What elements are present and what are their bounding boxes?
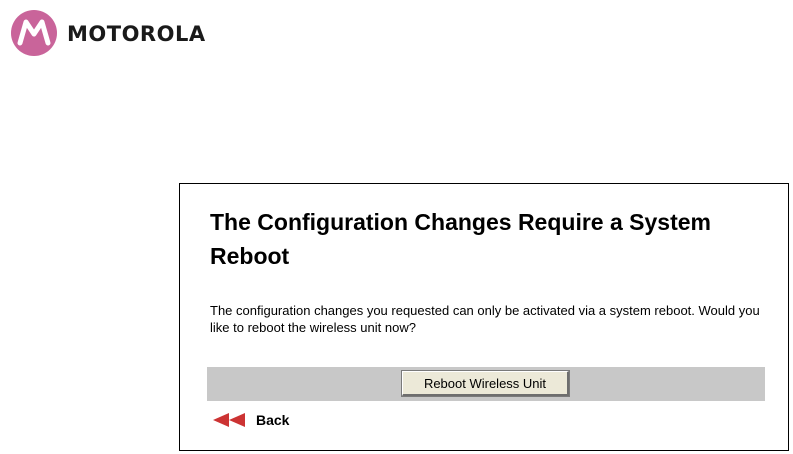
reboot-wireless-unit-button[interactable]: Reboot Wireless Unit	[401, 370, 570, 397]
motorola-logo-icon	[11, 10, 57, 56]
reboot-confirmation-panel: The Configuration Changes Require a Syst…	[179, 183, 789, 451]
action-bar: Reboot Wireless Unit	[207, 367, 765, 401]
brand-header: MOTOROLA	[11, 10, 206, 56]
back-label: Back	[256, 412, 290, 428]
brand-wordmark: MOTOROLA	[67, 22, 206, 46]
double-arrow-left-icon	[213, 413, 247, 427]
back-link[interactable]: Back	[213, 412, 289, 428]
page-title: The Configuration Changes Require a Syst…	[210, 209, 711, 269]
reboot-message: The configuration changes you requested …	[210, 303, 760, 335]
